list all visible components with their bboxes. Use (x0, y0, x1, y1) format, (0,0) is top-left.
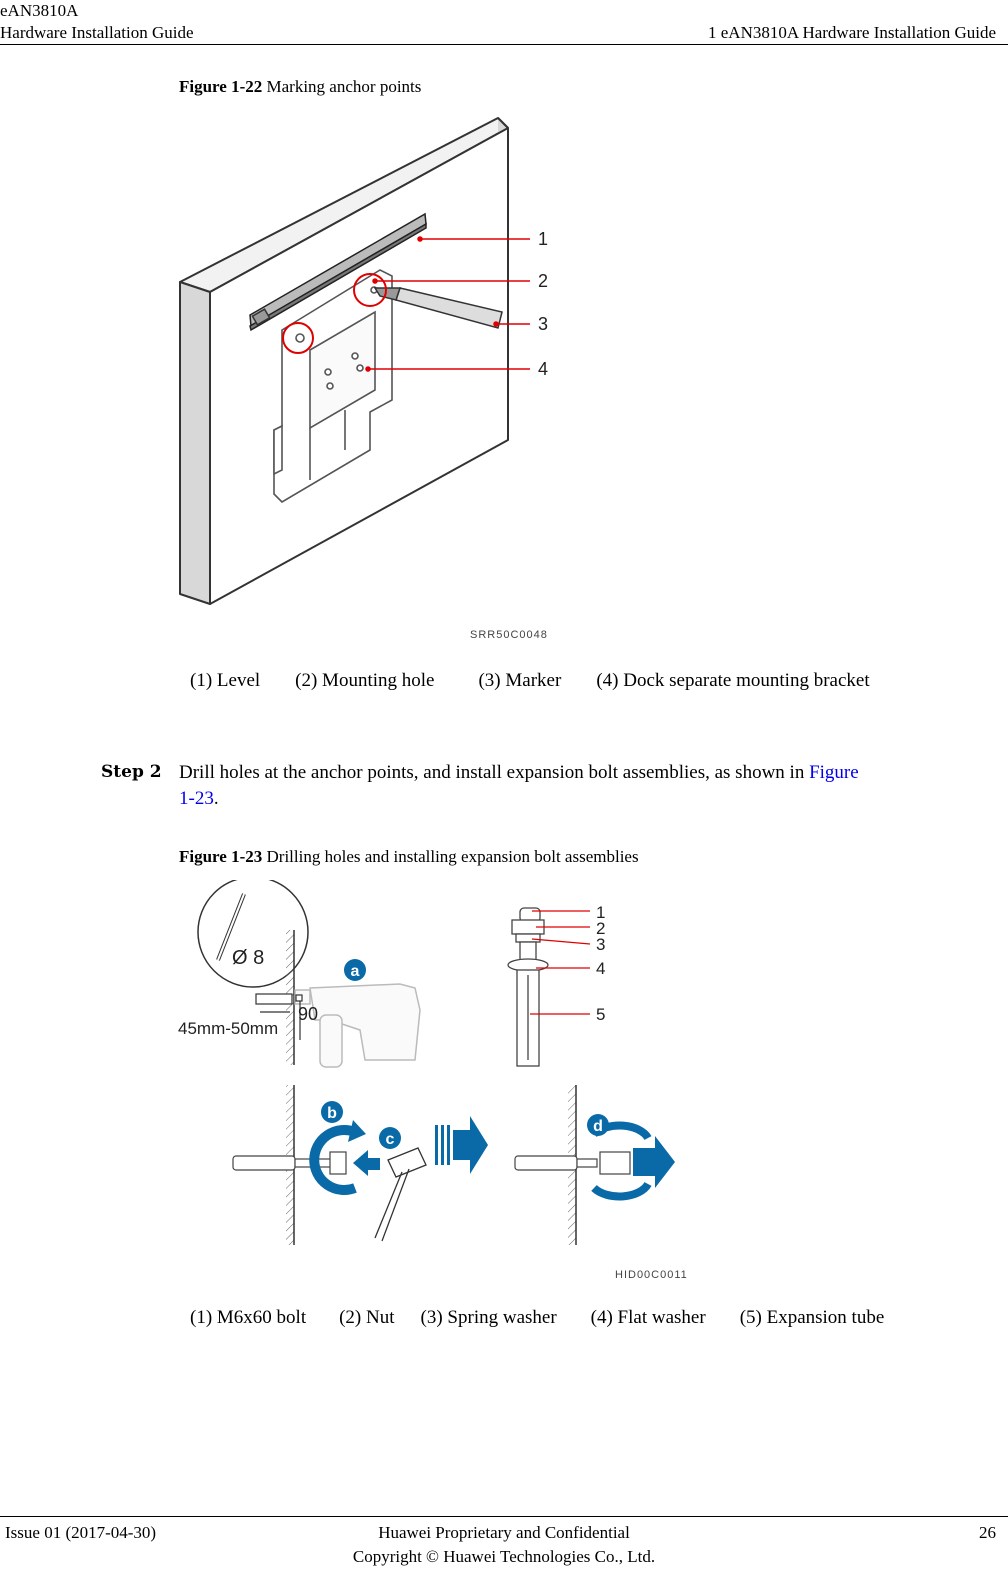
figure-22-code: SRR50C0048 (470, 629, 548, 641)
figure-23-legend: (1) M6x60 bolt (2) Nut (3) Spring washer (4… (190, 1307, 884, 1329)
legend-item: (1) M6x60 bolt (190, 1307, 307, 1328)
figure-23-link-part[interactable]: Figure (809, 762, 859, 783)
depth-label: 45mm-50mm (178, 1019, 278, 1038)
legend-item: (2) Nut (339, 1307, 395, 1328)
legend-item: (3) Marker (478, 670, 562, 691)
footer-rule (0, 1516, 1008, 1517)
figure-23-caption: Figure 1-23 Drilling holes and installin… (179, 847, 639, 867)
header-doc-title: Hardware Installation Guide (0, 23, 194, 42)
angle-label: 90 (298, 1004, 318, 1024)
bolt-callout-4: 4 (596, 959, 605, 978)
legend-item: (4) Dock separate mounting bracket (596, 670, 870, 691)
footer-copyright: Copyright © Huawei Technologies Co., Ltd… (352, 1547, 656, 1566)
header-rule (0, 44, 1008, 45)
step-label: Step 2 (101, 762, 162, 782)
bolt-callout-5: 5 (596, 1005, 605, 1024)
callout-2: 2 (538, 271, 548, 291)
bolt-callout-3: 3 (596, 935, 605, 954)
figure-23-link-part[interactable]: 1-23 (179, 788, 214, 809)
step-2-text: Drill holes at the anchor points, and in… (179, 760, 979, 812)
step-a-label: a (351, 963, 360, 980)
callout-1: 1 (538, 229, 548, 249)
header-chapter: 1 eAN3810A Hardware Installation Guide (708, 23, 996, 42)
step-2-period: . (213, 788, 219, 809)
rotate-arrow-b: b (309, 1101, 366, 1195)
transition-arrow (435, 1116, 488, 1174)
legend-item: (3) Spring washer (420, 1307, 557, 1328)
footer-confidential: Huawei Proprietary and Confidential (378, 1523, 630, 1542)
legend-item: (4) Flat washer (590, 1307, 706, 1328)
figure-22-illustration: 1 2 3 4 SRR50C0048 (179, 117, 548, 641)
legend-item: (5) Expansion tube (739, 1307, 885, 1328)
figure-23-code: HID00C0011 (615, 1269, 688, 1280)
step-c-label: c (386, 1131, 395, 1148)
power-drill (294, 983, 421, 1068)
figure-22-number: Figure 1-22 (179, 77, 263, 96)
figure-22-caption: Figure 1-22 Marking anchor points (179, 77, 421, 97)
callout-4: 4 (538, 359, 548, 379)
figure-23-illustration: Ø 8 90 45mm-50mm a 1 2 3 4 5 b c d HID00… (178, 880, 688, 1280)
figure-22-legend: (1) Level (2) Mounting hole (3) Marker (4) … (190, 670, 870, 692)
figure-23-number: Figure 1-23 (179, 847, 263, 866)
drill-bit-size: Ø 8 (232, 947, 264, 969)
hammer-icon (374, 1147, 427, 1242)
step-d-label: d (593, 1118, 603, 1135)
step-a-badge: a (344, 959, 366, 981)
header-product: eAN3810A (0, 1, 79, 20)
callout-3: 3 (538, 314, 548, 334)
figure-23-title: Drilling holes and installing expansion … (262, 847, 639, 866)
legend-item: (1) Level (190, 670, 261, 691)
legend-item: (2) Mounting hole (295, 670, 435, 691)
expansion-bolt (507, 907, 549, 1067)
step-2-body: Drill holes at the anchor points, and in… (179, 762, 810, 783)
step-b-label: b (327, 1105, 337, 1122)
figure-22-title: Marking anchor points (262, 77, 422, 96)
footer-page-number: 26 (979, 1523, 996, 1542)
